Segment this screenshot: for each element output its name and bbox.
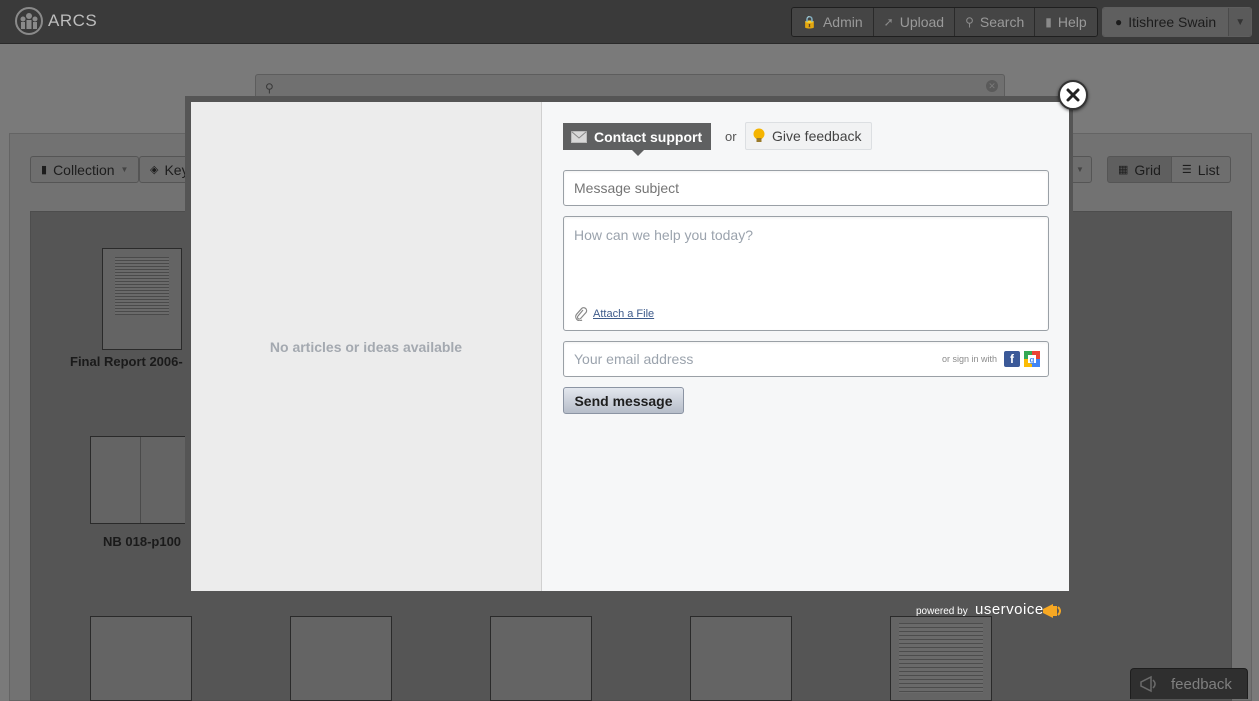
search-label: Search: [979, 14, 1025, 30]
powered-by-text: powered by: [916, 606, 968, 617]
grid-view-button[interactable]: ▦ Grid: [1107, 156, 1172, 183]
view-toggle: ▦ Grid ☰ List: [1107, 156, 1231, 183]
attach-file-label: Attach a File: [593, 308, 655, 320]
knowledge-panel: No articles or ideas available: [191, 102, 542, 591]
user-icon: ●: [1115, 15, 1123, 29]
user-menu: ● Itishree Swain ▼: [1102, 7, 1253, 37]
upload-button[interactable]: ➚ Upload: [873, 8, 956, 36]
send-message-button[interactable]: Send message: [563, 387, 684, 414]
clear-search-icon[interactable]: ✕: [986, 80, 998, 92]
upload-icon: ➚: [883, 15, 894, 29]
signin-label: or sign in with: [942, 354, 998, 364]
or-separator: or: [725, 129, 737, 144]
facebook-icon[interactable]: f: [1004, 351, 1020, 367]
chevron-down-icon: ▼: [120, 165, 129, 174]
document-thumbnail[interactable]: [690, 616, 792, 701]
user-dropdown-caret-icon[interactable]: ▼: [1229, 8, 1252, 36]
thumbnail-label[interactable]: Final Report 2006-: [70, 354, 183, 369]
list-label: List: [1197, 161, 1220, 178]
document-thumbnail[interactable]: [890, 616, 992, 701]
user-name: Itishree Swain: [1128, 14, 1217, 30]
arcs-logo-icon[interactable]: [14, 7, 44, 35]
sort-dropdown[interactable]: ▼: [1070, 156, 1092, 183]
document-thumbnail[interactable]: [90, 436, 192, 524]
message-subject-input[interactable]: [563, 170, 1049, 206]
megaphone-icon: [1043, 604, 1061, 618]
google-icon[interactable]: g: [1024, 351, 1040, 367]
message-placeholder: How can we help you today?: [574, 227, 753, 243]
nav-button-group: 🔒 Admin ➚ Upload ⚲ Search ▮ Help: [791, 7, 1098, 37]
chevron-down-icon: ▼: [1076, 165, 1084, 174]
book-icon: ▮: [41, 164, 48, 176]
top-navbar: ARCS 🔒 Admin ➚ Upload ⚲ Search ▮ Help ● …: [0, 0, 1259, 44]
attach-file-link[interactable]: Attach a File: [574, 307, 654, 321]
close-modal-button[interactable]: [1058, 80, 1088, 110]
give-feedback-label: Give feedback: [772, 128, 862, 144]
collection-dropdown[interactable]: ▮ Collection ▼: [30, 156, 140, 183]
search-button[interactable]: ⚲ Search: [955, 8, 1036, 36]
app-title[interactable]: ARCS: [48, 11, 97, 31]
admin-label: Admin: [822, 14, 863, 30]
contact-support-label: Contact support: [594, 128, 703, 145]
lightbulb-icon: [753, 128, 765, 142]
search-icon: ⚲: [265, 81, 274, 95]
lock-icon: 🔒: [802, 15, 817, 29]
paperclip-icon: [575, 307, 588, 321]
megaphone-icon: [1140, 675, 1156, 693]
empty-articles-message: No articles or ideas available: [269, 339, 463, 355]
help-button[interactable]: ▮ Help: [1035, 8, 1097, 36]
collection-label: Collection: [53, 161, 115, 178]
list-view-button[interactable]: ☰ List: [1171, 156, 1231, 183]
email-placeholder: Your email address: [574, 351, 694, 367]
upload-label: Upload: [899, 14, 945, 30]
contact-support-tab[interactable]: Contact support: [563, 123, 712, 156]
uservoice-logo[interactable]: uservoice: [975, 601, 1044, 618]
user-button[interactable]: ● Itishree Swain: [1103, 8, 1230, 36]
feedback-label: feedback: [1171, 675, 1232, 693]
document-thumbnail[interactable]: [90, 616, 192, 701]
search-icon: ⚲: [965, 15, 974, 29]
envelope-icon: [571, 130, 587, 143]
document-thumbnail[interactable]: [490, 616, 592, 701]
document-thumbnail[interactable]: [102, 248, 182, 350]
grid-label: Grid: [1134, 161, 1161, 178]
list-icon: ☰: [1181, 164, 1192, 176]
close-icon: [1066, 88, 1080, 102]
book-icon: ▮: [1045, 15, 1052, 29]
admin-button[interactable]: 🔒 Admin: [792, 8, 874, 36]
keyword-dropdown[interactable]: ◈ Key: [139, 156, 191, 183]
give-feedback-tab[interactable]: Give feedback: [745, 122, 872, 150]
svg-text:g: g: [1030, 356, 1035, 365]
tag-icon: ◈: [150, 164, 159, 176]
help-label: Help: [1057, 14, 1087, 30]
document-thumbnail[interactable]: [290, 616, 392, 701]
thumbnail-label[interactable]: NB 018-p100: [103, 534, 181, 549]
grid-icon: ▦: [1118, 164, 1129, 176]
feedback-widget-tab[interactable]: feedback: [1130, 668, 1248, 699]
